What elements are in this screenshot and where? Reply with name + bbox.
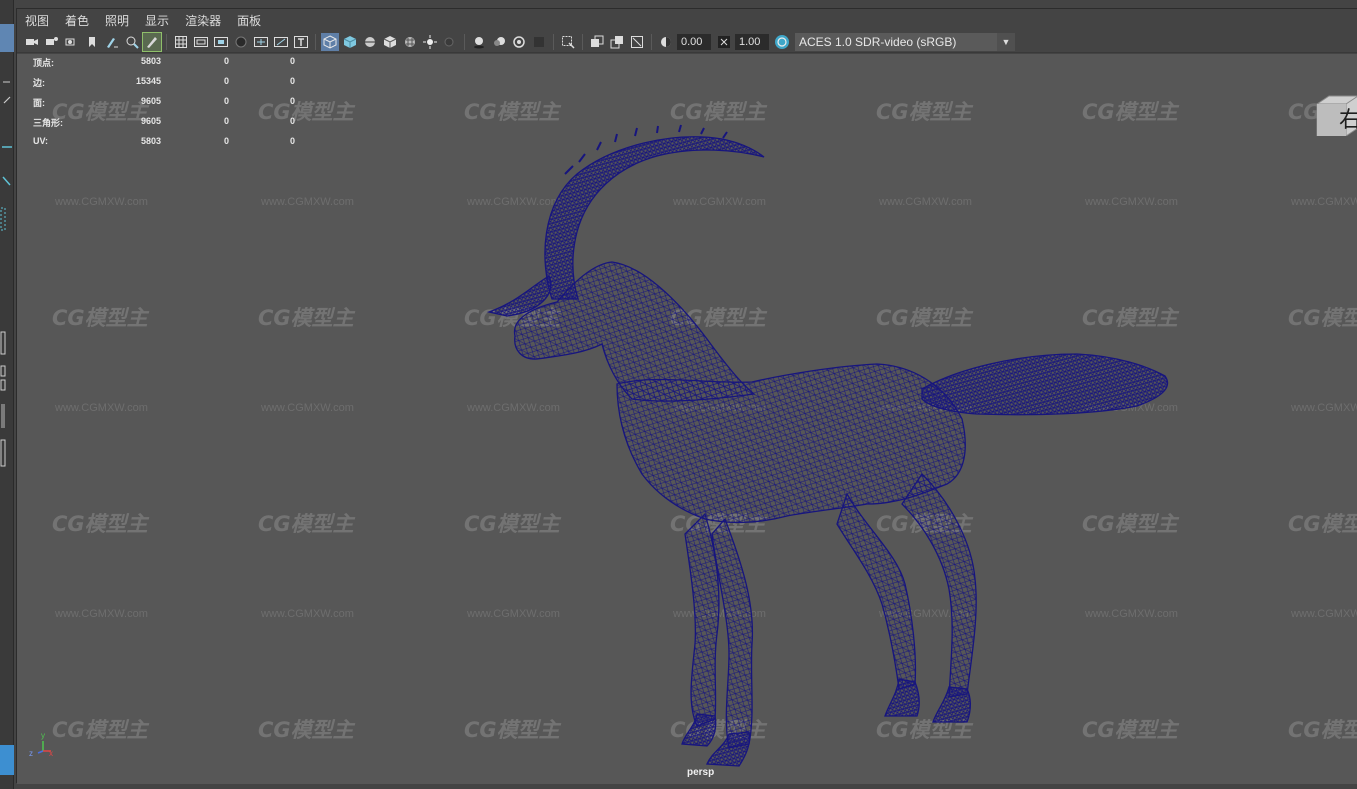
bookmark-icon[interactable]: [63, 33, 81, 51]
color-management-icon[interactable]: [773, 33, 791, 51]
hud-label: 三角形:: [33, 118, 63, 128]
hud-row-uvs: UV: 5803 0 0: [33, 136, 313, 156]
lasso-tool-icon[interactable]: [0, 93, 14, 107]
hud-value: 0: [223, 116, 229, 126]
hud-row-faces: 面: 9605 0 0: [33, 96, 313, 116]
exposure-icon[interactable]: [657, 33, 675, 51]
hud-value: 0: [289, 96, 295, 106]
default-material-icon[interactable]: [381, 33, 399, 51]
scale-tool-icon[interactable]: [0, 174, 14, 188]
camera-icon[interactable]: [23, 33, 41, 51]
isolate-select-icon[interactable]: [559, 33, 577, 51]
image-plane-icon[interactable]: [83, 33, 101, 51]
axis-label-x: x: [49, 749, 53, 758]
wireframe-ibex-model[interactable]: [17, 54, 1357, 784]
shadows-icon[interactable]: [441, 33, 459, 51]
screen-space-ao-icon[interactable]: [470, 33, 488, 51]
motion-blur-icon[interactable]: [490, 33, 508, 51]
hud-row-edges: 边: 15345 0 0: [33, 76, 313, 96]
depth-of-field-icon[interactable]: [530, 33, 548, 51]
chevron-down-icon[interactable]: ▼: [997, 32, 1015, 51]
view-transform-dropdown[interactable]: ACES 1.0 SDR-video (sRGB) ▼: [795, 32, 1015, 51]
xray-joints-icon[interactable]: [608, 33, 626, 51]
menu-panels[interactable]: 面板: [237, 12, 261, 29]
safe-action-icon[interactable]: [272, 33, 290, 51]
gate-mask-icon[interactable]: [232, 33, 250, 51]
hud-value: 15345: [135, 76, 161, 86]
select-tool-icon[interactable]: [0, 24, 14, 52]
viewport-panel: 视图 着色 照明 显示 渲染器 面板 0.00 1.00 ACES 1.0 SD…: [16, 8, 1357, 784]
move-tool-icon[interactable]: [0, 74, 14, 88]
hud-value: 0: [223, 76, 229, 86]
toolbar-separator: [315, 33, 316, 50]
menu-lighting[interactable]: 照明: [105, 12, 129, 29]
view-transform-value: ACES 1.0 SDR-video (sRGB): [799, 34, 957, 49]
hud-label: 面:: [33, 98, 45, 108]
camera-attributes-icon[interactable]: [43, 33, 61, 51]
hud-value: 9605: [140, 116, 161, 126]
film-gate-icon[interactable]: [192, 33, 210, 51]
hud-row-vertices: 顶点: 5803 0 0: [33, 56, 313, 76]
camera-name-label: persp: [687, 767, 715, 778]
hud-row-triangles: 三角形: 9605 0 0: [33, 116, 313, 136]
hud-value: 5803: [140, 136, 161, 146]
axis-label-z: z: [29, 749, 33, 758]
menu-shading[interactable]: 着色: [65, 12, 89, 29]
anti-aliasing-icon[interactable]: [510, 33, 528, 51]
use-all-lights-icon[interactable]: [421, 33, 439, 51]
panel-toolbar: 0.00 1.00 ACES 1.0 SDR-video (sRGB) ▼: [17, 31, 1357, 53]
2d-pan-zoom-icon[interactable]: [123, 33, 141, 51]
single-view-layout-icon[interactable]: [0, 330, 14, 356]
hud-value: 0: [289, 56, 295, 66]
hud-label: 边:: [33, 78, 45, 88]
left-tool-strip: [0, 0, 14, 789]
textured-icon[interactable]: [401, 33, 419, 51]
side-by-side-layout-icon[interactable]: [0, 402, 14, 430]
axis-label-y: y: [41, 731, 45, 740]
outliner-layout-icon[interactable]: [0, 438, 14, 468]
3d-viewport[interactable]: CG模型主 www.CGMXW.com CG模型主 www.CGMXW.com CG模型…: [17, 54, 1357, 784]
soft-select-icon[interactable]: [0, 206, 14, 232]
view-cube-face-label[interactable]: 右: [1339, 102, 1357, 134]
resolution-gate-icon[interactable]: [212, 33, 230, 51]
toolbar-separator: [464, 33, 465, 50]
rotate-tool-icon[interactable]: [0, 140, 14, 154]
four-view-layout-icon[interactable]: [0, 364, 14, 394]
toolbar-separator: [582, 33, 583, 50]
grease-pencil-active-icon[interactable]: [142, 31, 162, 52]
menu-show[interactable]: 显示: [145, 12, 169, 29]
wireframe-on-shaded-icon[interactable]: [361, 33, 379, 51]
menu-view[interactable]: 视图: [25, 12, 49, 29]
field-chart-icon[interactable]: [252, 33, 270, 51]
render-view-icon[interactable]: [0, 745, 14, 775]
axis-gizmo: y x z: [27, 731, 57, 761]
toolbar-separator: [553, 33, 554, 50]
exposure-input[interactable]: 0.00: [677, 33, 711, 50]
toolbar-separator: [166, 33, 167, 50]
hud-value: 0: [223, 136, 229, 146]
hud-value: 9605: [140, 96, 161, 106]
menu-renderer[interactable]: 渲染器: [185, 12, 221, 29]
panel-menu-bar: 视图 着色 照明 显示 渲染器 面板: [17, 9, 1357, 31]
hud-label: 顶点:: [33, 58, 54, 68]
safe-title-icon[interactable]: [292, 33, 310, 51]
gamma-input[interactable]: 1.00: [735, 33, 769, 50]
hud-label: UV:: [33, 136, 49, 146]
wireframe-icon[interactable]: [321, 32, 339, 51]
xray-icon[interactable]: [588, 33, 606, 51]
backface-culling-icon[interactable]: [628, 33, 646, 51]
hud-value: 0: [223, 56, 229, 66]
gamma-icon[interactable]: [715, 33, 733, 51]
hud-value: 0: [289, 76, 295, 86]
grid-icon[interactable]: [172, 33, 190, 51]
hud-value: 0: [289, 136, 295, 146]
grease-pencil-icon[interactable]: [103, 33, 121, 51]
hud-value: 5803: [140, 56, 161, 66]
hud-value: 0: [223, 96, 229, 106]
hud-value: 0: [289, 116, 295, 126]
smooth-shade-icon[interactable]: [341, 33, 359, 51]
toolbar-separator: [651, 33, 652, 50]
poly-count-hud: 顶点: 5803 0 0 边: 15345 0 0 面: 9605 0 0 三角…: [33, 56, 313, 156]
